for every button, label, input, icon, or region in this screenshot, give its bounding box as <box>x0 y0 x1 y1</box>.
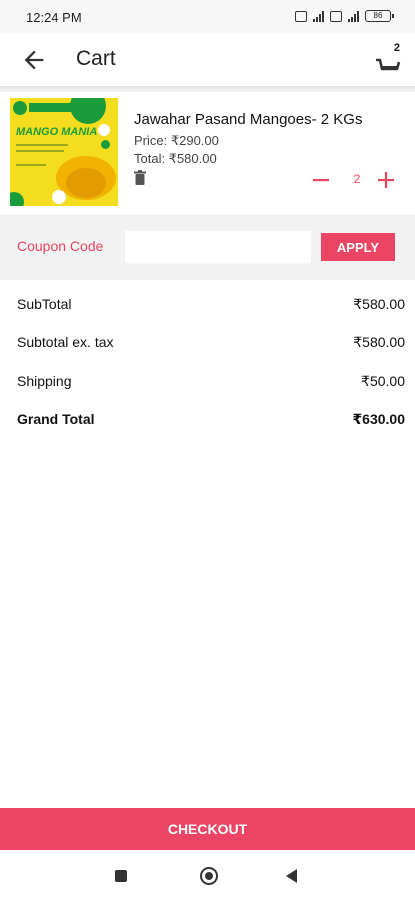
image-decoration <box>98 124 110 136</box>
status-time: 12:24 PM <box>26 10 82 25</box>
sim2-icon <box>330 10 342 22</box>
summary-label: Shipping <box>17 373 72 389</box>
coupon-label: Coupon Code <box>17 238 104 254</box>
sim-icon <box>295 10 307 22</box>
app-bar: Cart 2 <box>0 34 415 86</box>
image-decoration <box>10 192 24 206</box>
coupon-section: Coupon Code APPLY <box>0 214 415 280</box>
brand-logo <box>13 101 27 115</box>
signal-icon <box>313 10 324 22</box>
mango-illustration <box>66 168 106 198</box>
arrow-back-icon[interactable] <box>20 46 48 74</box>
quantity-value: 2 <box>353 172 361 186</box>
image-banner <box>29 103 71 112</box>
product-name: Jawahar Pasand Mangoes- 2 KGs <box>134 111 363 128</box>
image-text-line <box>16 144 68 146</box>
image-decoration <box>101 140 110 149</box>
product-total: Total: ₹580.00 <box>134 151 217 166</box>
summary-value: ₹580.00 <box>353 296 405 312</box>
page-title: Cart <box>76 47 116 70</box>
status-icons: 86 <box>295 10 394 22</box>
image-text-line <box>16 164 46 166</box>
checkout-button[interactable]: CHECKOUT <box>0 808 415 850</box>
minus-icon[interactable] <box>311 170 331 190</box>
summary-row-grand-total: Grand Total ₹630.00 <box>17 411 405 431</box>
product-image[interactable]: MANGO MANIA <box>10 98 118 206</box>
summary-value: ₹50.00 <box>361 373 405 389</box>
trash-icon[interactable] <box>134 170 146 185</box>
nav-back-icon[interactable] <box>286 869 297 883</box>
summary-row-subtotal-ex-tax: Subtotal ex. tax ₹580.00 <box>17 334 405 354</box>
plus-icon[interactable] <box>376 170 396 190</box>
summary-label: Subtotal ex. tax <box>17 334 114 350</box>
status-bar: 12:24 PM 86 <box>0 0 415 34</box>
image-decoration <box>52 190 66 204</box>
image-caption: MANGO MANIA <box>16 126 98 138</box>
summary-value: ₹580.00 <box>353 334 405 350</box>
summary-row-shipping: Shipping ₹50.00 <box>17 373 405 393</box>
nav-home-icon[interactable] <box>200 867 218 885</box>
image-text-line <box>16 150 64 152</box>
summary-row-subtotal: SubTotal ₹580.00 <box>17 296 405 316</box>
battery-icon: 86 <box>365 10 394 22</box>
summary-value: ₹630.00 <box>352 411 405 427</box>
image-decoration <box>70 98 106 124</box>
product-price: Price: ₹290.00 <box>134 133 219 148</box>
coupon-input[interactable] <box>125 231 311 263</box>
nav-recents-icon[interactable] <box>115 870 127 882</box>
summary-label: SubTotal <box>17 296 72 312</box>
summary-label: Grand Total <box>17 411 95 427</box>
cart-button[interactable]: 2 <box>373 42 403 76</box>
signal2-icon <box>348 10 359 22</box>
system-nav-bar <box>0 850 415 900</box>
cart-count-badge: 2 <box>393 42 400 54</box>
cart-item: MANGO MANIA Jawahar Pasand Mangoes- 2 KG… <box>0 92 415 214</box>
apply-coupon-button[interactable]: APPLY <box>321 233 395 261</box>
